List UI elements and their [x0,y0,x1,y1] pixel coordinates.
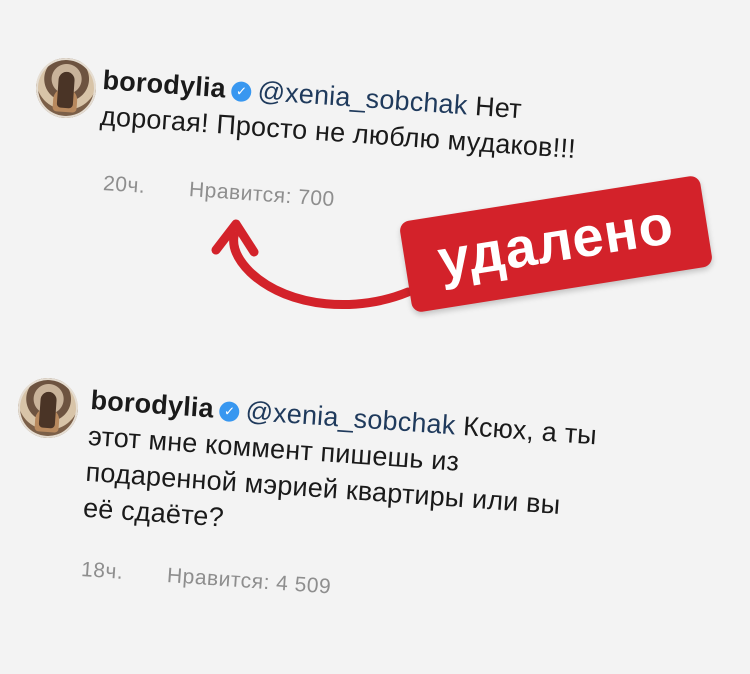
comment-time[interactable]: 18ч. [80,558,124,584]
comment-body-line-4: её сдаёте? [82,492,225,533]
comment-body-line-1: Ксюх, а ты [462,411,598,451]
avatar-figure [38,391,58,429]
username-link[interactable]: borodylia [90,385,215,424]
verified-badge-icon: ✓ [218,400,241,423]
